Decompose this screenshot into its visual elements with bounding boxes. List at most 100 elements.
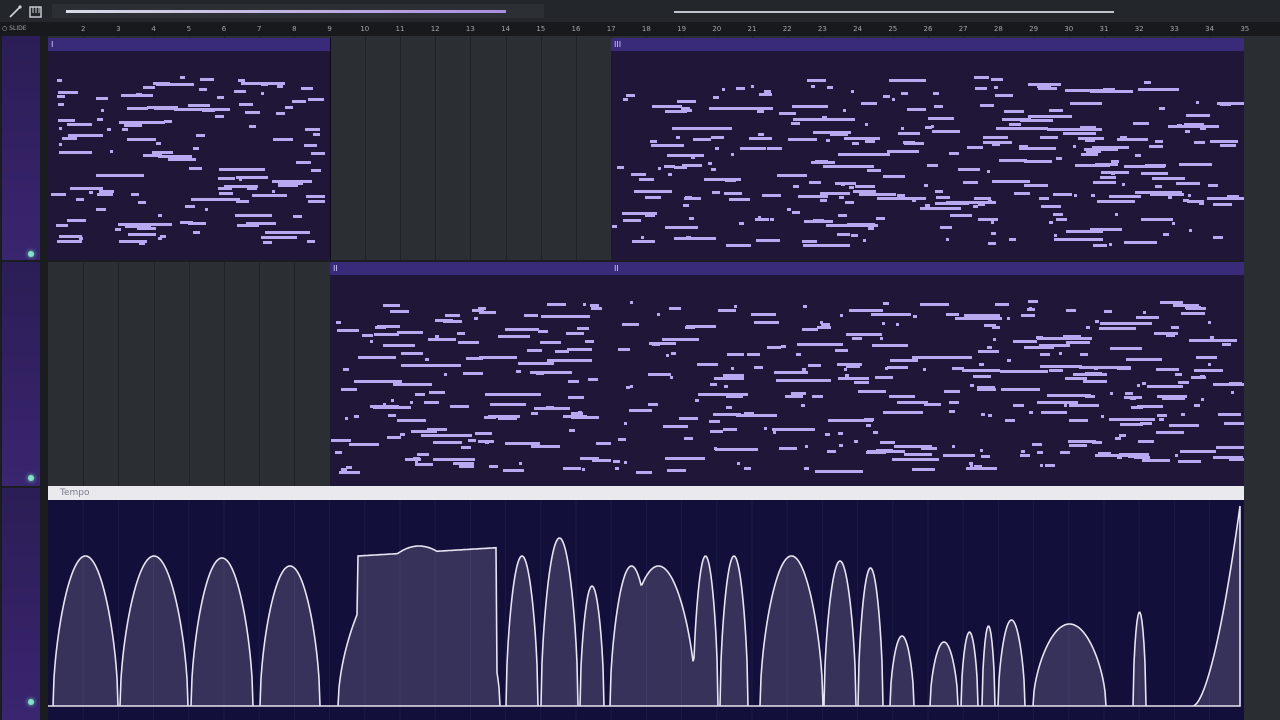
note — [1172, 124, 1184, 128]
note — [1181, 312, 1206, 316]
note — [880, 337, 884, 341]
note — [1052, 212, 1063, 216]
note — [883, 94, 891, 98]
note — [1210, 139, 1239, 143]
clip-notes — [611, 51, 1261, 260]
note — [1081, 152, 1099, 156]
snap-selector[interactable]: ○ SLIDE — [0, 22, 48, 36]
scrollbar-thumb[interactable] — [66, 10, 506, 13]
note — [166, 83, 194, 87]
clip-header[interactable]: III — [611, 38, 1244, 51]
note — [617, 348, 630, 352]
note — [1075, 163, 1111, 167]
note — [583, 302, 587, 306]
note — [415, 461, 419, 465]
note — [657, 166, 661, 170]
note — [1158, 418, 1164, 422]
track-header-1[interactable] — [2, 36, 40, 260]
note — [844, 201, 854, 205]
note — [827, 418, 873, 422]
note — [415, 393, 426, 397]
note — [1063, 132, 1097, 136]
note — [485, 393, 500, 397]
note — [801, 239, 817, 243]
tempo-curve[interactable] — [48, 500, 1244, 720]
note — [421, 434, 473, 438]
note — [547, 358, 593, 362]
track-3-led[interactable] — [28, 699, 34, 705]
pattern-clip-iii[interactable]: III — [611, 38, 1261, 260]
note — [757, 216, 761, 220]
note — [969, 384, 974, 388]
wand-icon[interactable] — [9, 5, 22, 18]
note — [219, 192, 234, 196]
note — [1018, 147, 1056, 151]
note — [130, 192, 139, 196]
note — [1065, 230, 1103, 233]
note — [1046, 393, 1091, 397]
clip-notes — [330, 275, 633, 486]
note — [505, 442, 541, 446]
note — [1141, 381, 1146, 385]
note — [948, 410, 955, 414]
timeline-ruler[interactable]: 2 3 4 5 6 7 8 9 10 11 12 13 14 15 16 17 18 19 20 21 22 23 24 25… — [48, 22, 1280, 36]
pattern-clip-ii-a[interactable]: II — [330, 262, 633, 486]
track-header-3[interactable] — [2, 488, 40, 720]
note — [695, 398, 700, 402]
note — [978, 217, 999, 221]
bar-number: 23 — [817, 25, 827, 33]
note — [1073, 372, 1108, 376]
note — [647, 373, 671, 377]
note — [539, 341, 556, 345]
note — [1039, 196, 1050, 200]
note — [261, 92, 265, 96]
note — [970, 463, 974, 467]
note — [202, 109, 216, 113]
piano-icon[interactable] — [29, 6, 42, 18]
track-2-led[interactable] — [28, 475, 34, 481]
horizontal-scrollbar[interactable] — [52, 4, 544, 18]
note — [239, 102, 254, 106]
note — [1073, 144, 1077, 148]
note — [566, 347, 592, 351]
note — [931, 124, 935, 128]
note — [1208, 184, 1219, 188]
note — [296, 161, 312, 165]
note — [958, 168, 981, 172]
note — [816, 325, 831, 329]
note — [57, 91, 78, 95]
automation-header[interactable]: Tempo — [48, 486, 1244, 500]
note — [1194, 369, 1224, 373]
note — [124, 124, 143, 128]
bar-number: 22 — [782, 25, 792, 33]
note — [1092, 244, 1107, 248]
note — [625, 385, 630, 389]
track-1-led[interactable] — [28, 251, 34, 257]
clip-header[interactable]: II — [611, 262, 1244, 275]
note — [875, 217, 885, 221]
note — [1200, 398, 1204, 402]
clip-header[interactable]: II — [330, 262, 611, 275]
note — [821, 322, 831, 326]
bar-number: 24 — [853, 25, 863, 33]
note — [847, 223, 876, 227]
zoom-slider[interactable] — [674, 11, 1114, 13]
note — [990, 232, 996, 236]
track-header-2[interactable] — [2, 262, 40, 486]
pattern-clip-i[interactable]: I — [48, 38, 331, 260]
pattern-clip-ii-b[interactable]: II — [611, 262, 1264, 486]
note — [982, 136, 1008, 140]
clip-header[interactable]: I — [48, 38, 330, 51]
note — [497, 335, 530, 339]
automation-clip-tempo[interactable]: Tempo — [48, 486, 1244, 720]
note — [424, 358, 429, 362]
note — [923, 367, 927, 371]
note — [759, 93, 773, 97]
note — [713, 96, 720, 100]
bar-number: 33 — [1169, 25, 1179, 33]
note — [1168, 196, 1173, 200]
note — [763, 426, 767, 430]
note — [1027, 300, 1038, 304]
note — [588, 378, 599, 382]
note — [766, 146, 782, 150]
